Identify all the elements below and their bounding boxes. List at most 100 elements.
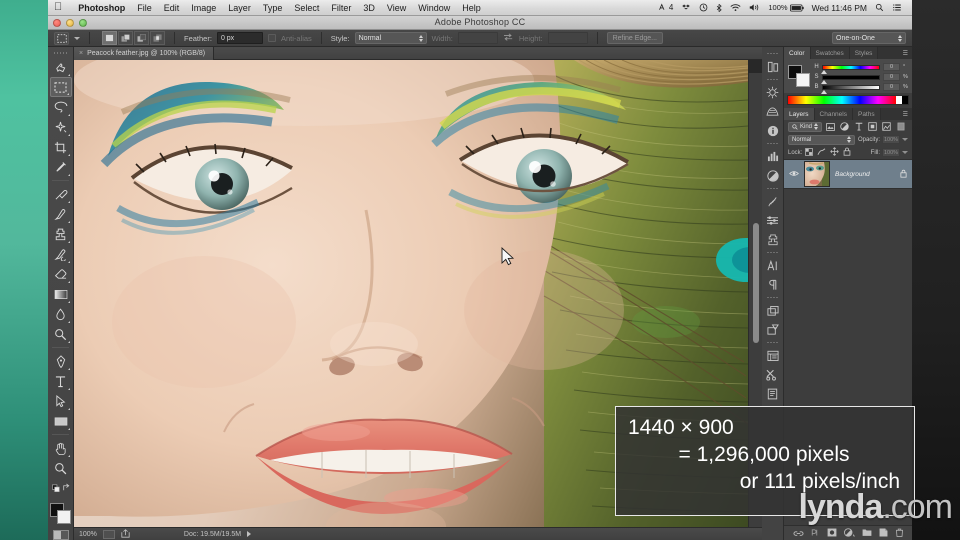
minidock-grip-2[interactable] (762, 76, 783, 83)
bluetooth-icon[interactable] (712, 3, 726, 13)
styles-panel-icon[interactable] (763, 102, 783, 121)
brightness-slider-knob[interactable] (821, 90, 827, 94)
tool-presets-icon[interactable] (763, 365, 783, 384)
crop-tool[interactable] (50, 137, 72, 157)
lock-position-icon[interactable] (830, 147, 839, 158)
displays-icon[interactable]: 4 (654, 3, 677, 12)
layer-filter-kind-select[interactable]: Kind (788, 122, 822, 132)
brightness-value[interactable]: 0 (883, 83, 900, 91)
tab-channels[interactable]: Channels (815, 108, 853, 120)
brush-presets-icon[interactable] (763, 211, 783, 230)
dropbox-icon[interactable] (677, 3, 695, 12)
clone-stamp-tool[interactable] (50, 224, 72, 244)
layer-comps-icon[interactable] (763, 301, 783, 320)
move-tool[interactable] (50, 57, 72, 77)
notifications-icon[interactable] (888, 3, 906, 12)
layer-mask-icon[interactable] (827, 524, 837, 540)
battery-icon[interactable]: 100% (764, 3, 807, 12)
workspace-select[interactable]: One-on-One (832, 32, 906, 44)
brush-panel-icon[interactable] (763, 192, 783, 211)
menu-item-3d[interactable]: 3D (357, 3, 381, 13)
document-tab[interactable]: × Peacock feather.jpg @ 100% (RGB/8) (74, 47, 214, 60)
opacity-control[interactable]: Opacity: 100% (858, 135, 908, 144)
anti-alias-checkbox[interactable] (268, 34, 276, 42)
share-icon[interactable] (121, 529, 130, 540)
gradient-tool[interactable] (50, 284, 72, 304)
lock-all-icon[interactable] (843, 147, 851, 158)
menu-item-window[interactable]: Window (412, 3, 456, 13)
color-panel-icon[interactable] (763, 166, 783, 185)
type-filter-icon[interactable] (853, 122, 864, 132)
history-brush-tool[interactable] (50, 244, 72, 264)
quick-selection-tool[interactable] (50, 117, 72, 137)
history-panel-icon[interactable] (763, 57, 783, 76)
zoom-tool[interactable] (50, 458, 72, 478)
path-selection-tool[interactable] (50, 391, 72, 411)
new-group-icon[interactable] (862, 524, 872, 540)
hand-tool[interactable] (50, 438, 72, 458)
paragraph-panel-icon[interactable] (763, 275, 783, 294)
color-swatches[interactable] (49, 502, 73, 526)
height-input[interactable] (548, 32, 588, 44)
rectangular-marquee-tool[interactable] (50, 77, 72, 97)
opacity-value[interactable]: 100% (882, 135, 900, 144)
minidock-grip-3[interactable] (762, 140, 783, 147)
link-layers-icon[interactable] (793, 524, 804, 540)
adjustment-layer-icon[interactable] (844, 524, 855, 540)
layer-row[interactable]: Background (784, 159, 912, 189)
background-color-swatch[interactable] (796, 73, 810, 87)
menu-item-type[interactable]: Type (257, 3, 289, 13)
menu-item-photoshop[interactable]: Photoshop (72, 3, 131, 13)
zoom-level[interactable]: 100% (79, 531, 97, 538)
screen-mode-icon[interactable] (103, 530, 115, 539)
fill-value[interactable]: 100% (882, 148, 900, 157)
shape-filter-icon[interactable] (867, 122, 878, 132)
delete-layer-icon[interactable] (895, 524, 904, 540)
spot-healing-brush-tool[interactable] (50, 184, 72, 204)
tab-styles[interactable]: Styles (850, 47, 879, 59)
scrollbar-thumb[interactable] (753, 223, 759, 343)
brightness-slider[interactable] (822, 85, 880, 90)
dodge-tool[interactable] (50, 324, 72, 344)
hue-value[interactable]: 0 (883, 63, 900, 71)
minidock-grip[interactable] (762, 50, 783, 57)
new-layer-icon[interactable] (879, 524, 888, 540)
info-panel-icon[interactable] (763, 121, 783, 140)
tab-color[interactable]: Color (784, 47, 811, 59)
clone-source-icon[interactable] (763, 230, 783, 249)
saturation-value[interactable]: 0 (883, 73, 900, 81)
histogram-panel-icon[interactable] (763, 147, 783, 166)
volume-icon[interactable] (745, 3, 764, 12)
tab-paths[interactable]: Paths (853, 108, 881, 120)
saturation-slider[interactable] (822, 75, 880, 80)
menu-item-help[interactable]: Help (456, 3, 487, 13)
color-panel-swatches[interactable] (788, 65, 810, 87)
spotlight-search-icon[interactable] (871, 3, 888, 12)
adjustment-filter-icon[interactable] (839, 122, 850, 132)
menu-item-select[interactable]: Select (288, 3, 325, 13)
layer-thumbnail[interactable] (804, 161, 830, 187)
character-panel-icon[interactable] (763, 256, 783, 275)
filter-toggle-icon[interactable] (895, 122, 906, 132)
close-icon[interactable]: × (79, 50, 83, 57)
type-tool[interactable] (50, 371, 72, 391)
hue-slider-knob[interactable] (821, 70, 827, 74)
adjust-layers-icon[interactable] (763, 320, 783, 339)
default-colors-and-swap-icons[interactable] (50, 478, 72, 498)
tab-swatches[interactable]: Swatches (811, 47, 850, 59)
opacity-chevron-down-icon[interactable] (902, 138, 908, 141)
panel-menu-icon[interactable]: ☰ (899, 108, 912, 120)
style-select[interactable]: Normal (355, 32, 427, 44)
timemachine-icon[interactable] (695, 3, 712, 12)
lock-transparent-icon[interactable] (805, 148, 813, 158)
rectangular-marquee-icon[interactable] (54, 32, 69, 45)
panel-menu-icon[interactable]: ☰ (899, 47, 912, 59)
menu-item-file[interactable]: File (131, 3, 158, 13)
minidock-grip-4[interactable] (762, 185, 783, 192)
notes-panel-icon[interactable] (763, 384, 783, 403)
actions-panel-icon[interactable] (763, 346, 783, 365)
lasso-tool[interactable] (50, 97, 72, 117)
wifi-icon[interactable] (726, 3, 745, 12)
blend-mode-select[interactable]: Normal (788, 135, 855, 145)
menu-item-image[interactable]: Image (185, 3, 222, 13)
